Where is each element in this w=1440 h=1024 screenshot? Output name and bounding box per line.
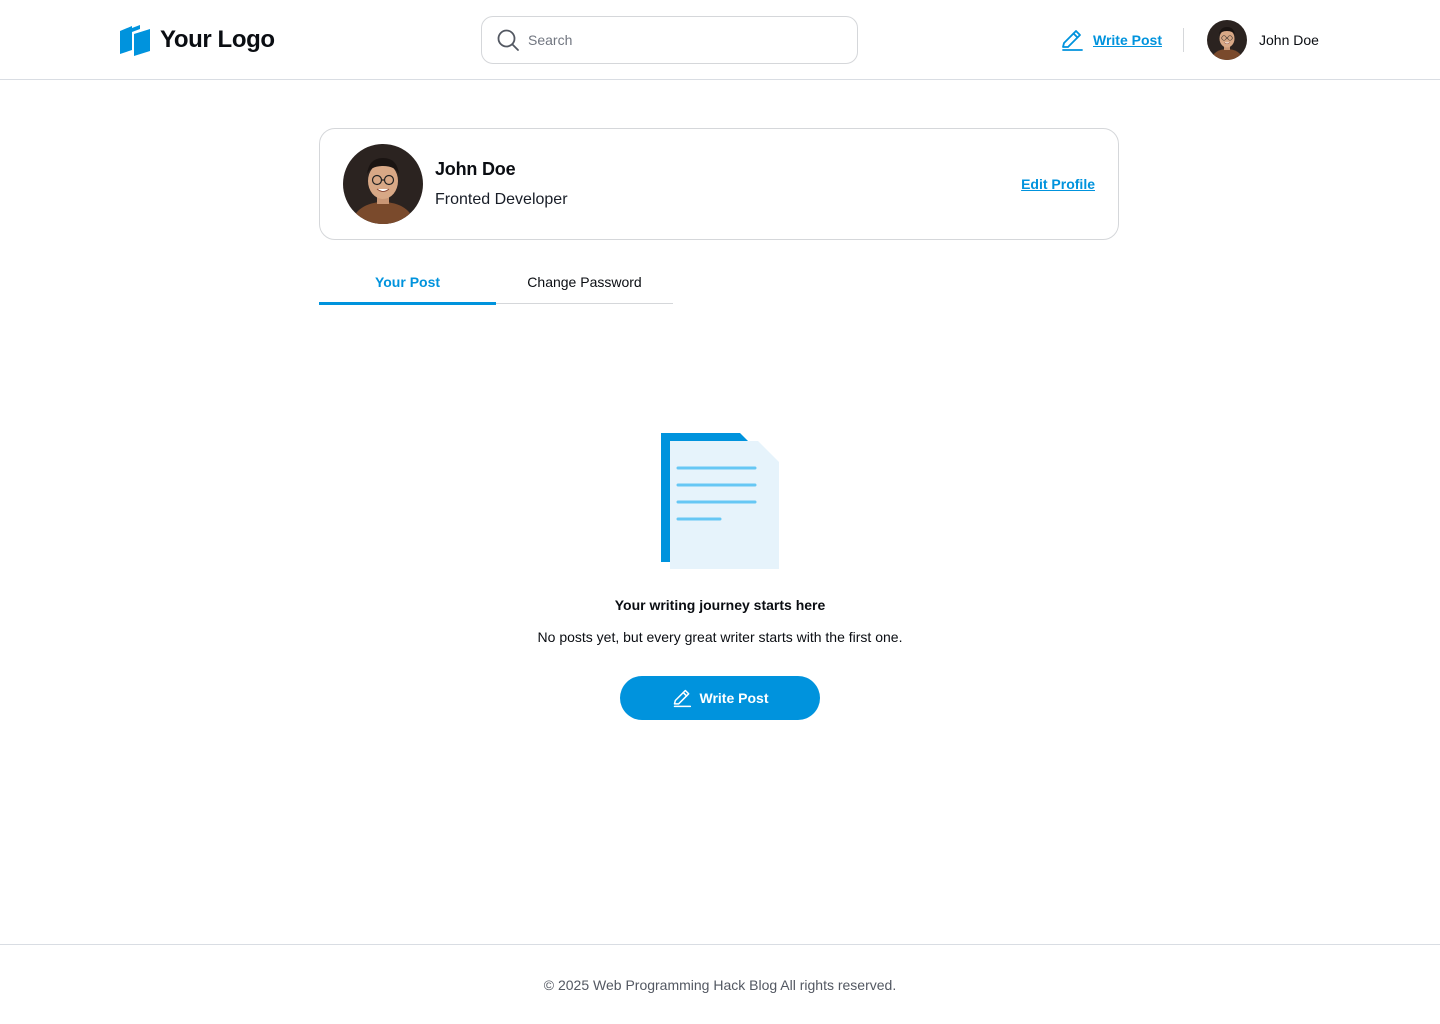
search-icon [497, 29, 519, 51]
logo[interactable]: Your Logo [120, 24, 275, 56]
footer-copyright: © 2025 Web Programming Hack Blog All rig… [543, 976, 897, 993]
profile-tabs: Your Post Change Password [319, 260, 673, 305]
document-illustration [661, 433, 779, 569]
profile-role: Fronted Developer [435, 191, 568, 208]
user-menu[interactable]: John Doe [1207, 20, 1319, 60]
empty-state-subtitle: No posts yet, but every great writer sta… [537, 629, 903, 645]
footer: © 2025 Web Programming Hack Blog All rig… [0, 944, 1440, 1024]
search-input[interactable] [528, 32, 828, 48]
empty-state-title: Your writing journey starts here [614, 597, 826, 613]
top-navbar: Your Logo Write Post [0, 0, 1440, 80]
profile-avatar [343, 144, 423, 224]
pen-icon [673, 689, 691, 708]
avatar [1207, 20, 1247, 60]
profile-card: John Doe Fronted Developer Edit Profile [319, 128, 1119, 240]
write-post-link[interactable]: Write Post [1060, 28, 1162, 52]
logo-text: Your Logo [160, 26, 275, 53]
header-divider [1183, 28, 1184, 52]
write-post-button-label: Write Post [699, 690, 769, 706]
edit-profile-link[interactable]: Edit Profile [1021, 176, 1095, 192]
search-box[interactable] [481, 16, 858, 64]
user-name: John Doe [1259, 32, 1319, 48]
pen-icon [1062, 30, 1083, 51]
tab-change-password[interactable]: Change Password [496, 260, 673, 304]
write-post-label: Write Post [1093, 32, 1162, 48]
logo-mark-icon [120, 25, 150, 56]
write-post-button[interactable]: Write Post [620, 676, 820, 720]
tab-your-post[interactable]: Your Post [319, 260, 496, 305]
profile-name: John Doe [435, 159, 516, 179]
profile-page: Your Logo Write Post [0, 0, 1440, 1024]
